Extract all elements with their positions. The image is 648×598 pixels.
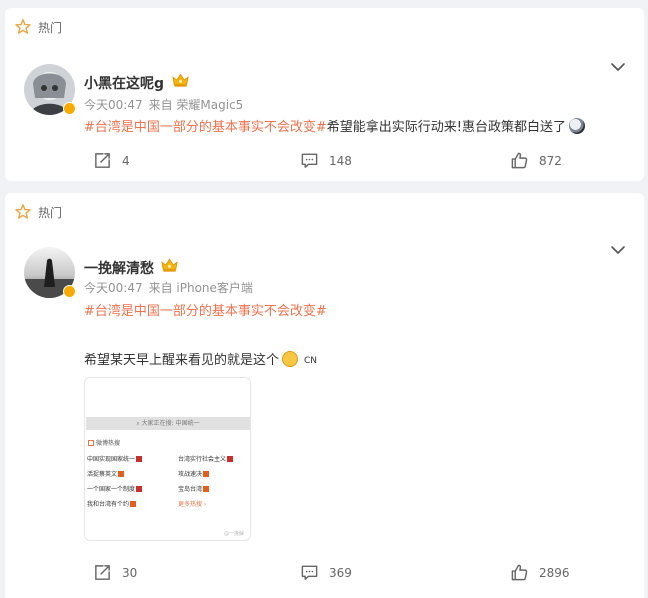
repost-button[interactable]: 4 — [93, 151, 130, 170]
image-search-bar: ⌕ 大家正在搜: 中国统一 — [86, 417, 250, 430]
verified-badge-icon — [63, 102, 76, 115]
image-item: 一个国家一个制度 — [87, 484, 143, 493]
post-meta: 今天00:47 来自 荣耀Magic5 — [84, 96, 243, 113]
chevron-down-icon[interactable] — [610, 242, 626, 258]
comment-icon — [300, 563, 319, 582]
repost-icon — [93, 563, 112, 582]
post-suffix: CN — [304, 356, 318, 366]
hashtag-link[interactable]: #台湾是中国一部分的基本事实不会改变# — [84, 120, 327, 135]
weibo-card: 热门 一挽解清愁 今天00:47 来自 iPhone客户端 #台湾是中国一部分的基… — [5, 193, 644, 598]
hot-label: 热门 — [38, 205, 63, 220]
star-icon — [14, 18, 32, 36]
post-body: 希望某天早上醒来看见的就是这个 — [84, 353, 280, 368]
image-item: 中国实现国家统一 — [87, 454, 143, 463]
crown-icon — [160, 257, 179, 273]
image-header: 微博热搜 — [88, 438, 120, 447]
comment-count: 369 — [329, 565, 352, 580]
crying-emoji-icon — [282, 351, 299, 367]
repost-icon — [93, 151, 112, 170]
post-image[interactable]: ⌕ 大家正在搜: 中国统一 微博热搜 中国实现国家统一 活捉蔡英文 一个国家一个… — [84, 377, 251, 541]
post-time[interactable]: 今天00:47 — [84, 98, 143, 112]
comment-count: 148 — [329, 153, 352, 168]
weibo-card: 热门 小黑在这呢g 今天00:47 来自 荣耀Magic5 #台湾是中国一部分的基… — [5, 8, 644, 181]
username[interactable]: 小黑在这呢g — [84, 73, 164, 93]
hot-row: 热门 — [14, 203, 62, 221]
username[interactable]: 一挽解清愁 — [84, 258, 154, 278]
verified-badge-icon — [63, 285, 76, 298]
like-icon — [510, 563, 529, 582]
repost-count: 4 — [122, 153, 130, 168]
post-time[interactable]: 今天00:47 — [84, 281, 143, 295]
post-meta: 今天00:47 来自 iPhone客户端 — [84, 279, 253, 296]
image-item: 台湾实行社会主义 — [178, 454, 234, 463]
hot-label: 热门 — [38, 20, 63, 35]
like-button[interactable]: 2896 — [510, 563, 570, 582]
emoji-icon — [569, 118, 586, 134]
like-count: 2896 — [539, 565, 570, 580]
image-item: 宝岛台湾 — [178, 484, 210, 493]
image-item: 活捉蔡英文 — [87, 469, 125, 478]
repost-count: 30 — [122, 565, 138, 580]
hashtag-link[interactable]: #台湾是中国一部分的基本事实不会改变# — [84, 304, 327, 319]
image-watermark: @一挽解 — [223, 531, 244, 537]
post-hashtag: #台湾是中国一部分的基本事实不会改变# — [84, 300, 327, 319]
chevron-down-icon[interactable] — [610, 59, 626, 75]
image-item: 我和台湾有个约 — [87, 499, 137, 508]
like-count: 872 — [539, 153, 562, 168]
comment-icon — [300, 151, 319, 170]
crown-icon — [171, 72, 190, 88]
post-source: 来自 荣耀Magic5 — [148, 98, 244, 112]
hot-row: 热门 — [14, 18, 62, 36]
post-text: #台湾是中国一部分的基本事实不会改变#希望能拿出实际行动来!惠台政策都白送了 — [84, 116, 586, 135]
repost-button[interactable]: 30 — [93, 563, 137, 582]
post-text: 希望某天早上醒来看见的就是这个 CN — [84, 349, 317, 368]
post-source: 来自 iPhone客户端 — [148, 281, 253, 295]
comment-button[interactable]: 148 — [300, 151, 352, 170]
image-more: 更多热搜 › — [178, 501, 207, 508]
post-body: 希望能拿出实际行动来!惠台政策都白送了 — [326, 120, 567, 135]
image-item: 攻战速决 — [178, 469, 210, 478]
like-button[interactable]: 872 — [510, 151, 562, 170]
star-icon — [14, 203, 32, 221]
comment-button[interactable]: 369 — [300, 563, 352, 582]
like-icon — [510, 151, 529, 170]
